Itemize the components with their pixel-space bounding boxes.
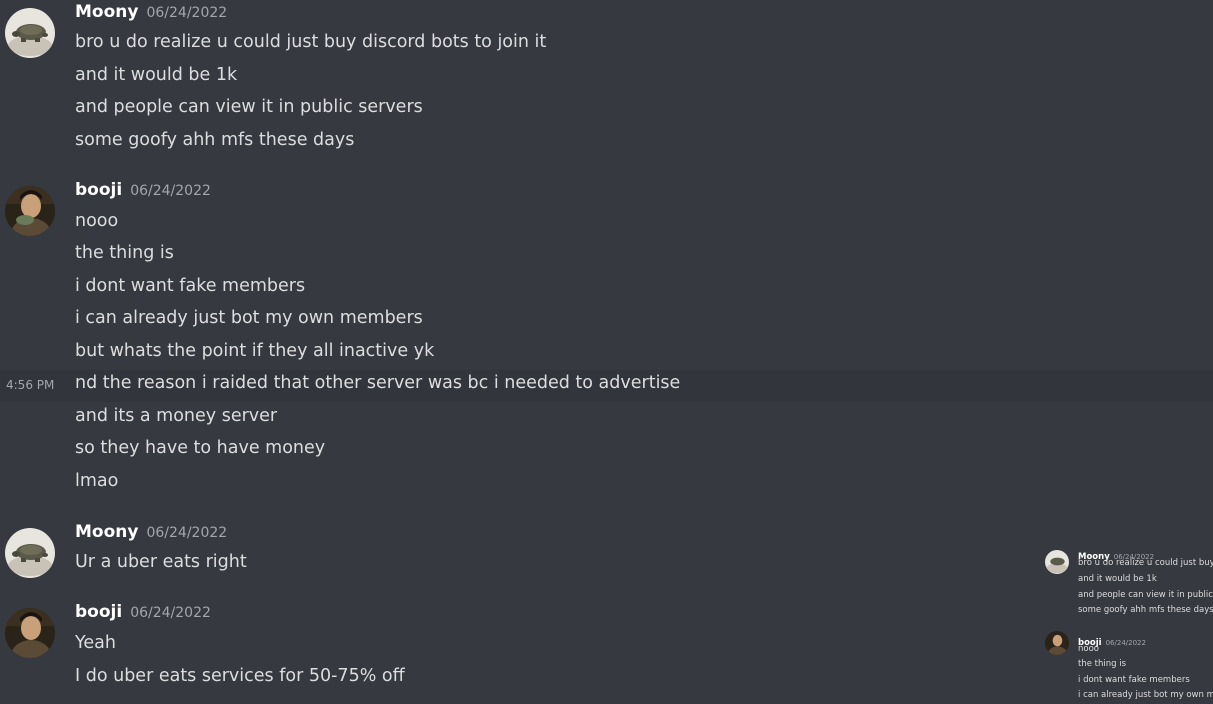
- message-header: Moony 06/24/2022: [75, 2, 227, 22]
- message-header: booji 06/24/2022: [75, 602, 211, 622]
- message-text: bro u do realize u could just buy discor…: [75, 32, 547, 52]
- message-line[interactable]: Yeah: [0, 630, 1213, 662]
- turtle-avatar-icon: [1045, 550, 1069, 574]
- avatar: [1045, 550, 1069, 574]
- mini-message-text: and people can view it in public se: [1078, 590, 1213, 600]
- mini-message-text: bro u do realize u could just buy di: [1078, 558, 1213, 568]
- username[interactable]: booji: [75, 602, 122, 622]
- timestamp[interactable]: 06/24/2022: [130, 183, 211, 199]
- username[interactable]: Moony: [75, 522, 138, 542]
- message-text: the thing is: [75, 243, 174, 263]
- message-line[interactable]: some goofy ahh mfs these days: [0, 127, 1213, 159]
- message-line[interactable]: I do uber eats services for 50-75% off: [0, 663, 1213, 695]
- message-line[interactable]: and its a money server: [0, 403, 1213, 435]
- chat-messages: Moony 06/24/2022 bro u do realize u could…: [0, 0, 1213, 704]
- message-line[interactable]: lmao: [0, 468, 1213, 500]
- mini-message-text: some goofy ahh mfs these days: [1078, 605, 1213, 615]
- message-header: booji 06/24/2022: [75, 180, 211, 200]
- message-line-hovered[interactable]: 4:56 PM nd the reason i raided that othe…: [0, 370, 1213, 402]
- person-avatar-icon: [1045, 631, 1069, 655]
- message-text: Yeah: [75, 633, 116, 653]
- hover-timestamp: 4:56 PM: [6, 378, 55, 392]
- message-text: nooo: [75, 211, 119, 231]
- message-line[interactable]: i can already just bot my own members: [0, 305, 1213, 337]
- message-text: lmao: [75, 471, 119, 491]
- timestamp: 06/24/2022: [1105, 639, 1146, 647]
- message-line[interactable]: i dont want fake members: [0, 273, 1213, 305]
- message-text: Ur a uber eats right: [75, 552, 247, 572]
- message-text: i can already just bot my own members: [75, 308, 423, 328]
- message-line[interactable]: and it would be 1k: [0, 62, 1213, 94]
- message-text: I do uber eats services for 50-75% off: [75, 666, 405, 686]
- message-line[interactable]: nooo: [0, 208, 1213, 240]
- message-line[interactable]: so they have to have money: [0, 435, 1213, 467]
- timestamp[interactable]: 06/24/2022: [146, 525, 227, 541]
- mini-screenshot-preview: Moony 06/24/2022 bro u do realize u could…: [1040, 540, 1213, 704]
- message-header: Moony 06/24/2022: [75, 522, 227, 542]
- mini-message-text: i can already just bot my own mem: [1078, 690, 1213, 700]
- message-line[interactable]: Ur a uber eats right: [0, 549, 1213, 581]
- timestamp[interactable]: 06/24/2022: [146, 5, 227, 21]
- message-text: so they have to have money: [75, 438, 326, 458]
- message-text: i dont want fake members: [75, 276, 306, 296]
- message-line[interactable]: the thing is: [0, 240, 1213, 272]
- mini-message-text: and it would be 1k: [1078, 574, 1157, 584]
- message-line[interactable]: but whats the point if they all inactive…: [0, 338, 1213, 370]
- message-text: and its a money server: [75, 406, 278, 426]
- message-text: and people can view it in public servers: [75, 97, 423, 117]
- timestamp[interactable]: 06/24/2022: [130, 605, 211, 621]
- mini-message-text: nooo: [1078, 644, 1099, 654]
- username[interactable]: Moony: [75, 2, 138, 22]
- message-text: and it would be 1k: [75, 65, 238, 85]
- message-line[interactable]: and people can view it in public servers: [0, 94, 1213, 126]
- avatar: [1045, 631, 1069, 655]
- mini-message-text: i dont want fake members: [1078, 675, 1190, 685]
- message-line[interactable]: bro u do realize u could just buy discor…: [0, 29, 1213, 61]
- message-text: some goofy ahh mfs these days: [75, 130, 355, 150]
- username[interactable]: booji: [75, 180, 122, 200]
- mini-message-text: the thing is: [1078, 659, 1127, 669]
- message-text: but whats the point if they all inactive…: [75, 341, 435, 361]
- message-text: nd the reason i raided that other server…: [75, 373, 681, 393]
